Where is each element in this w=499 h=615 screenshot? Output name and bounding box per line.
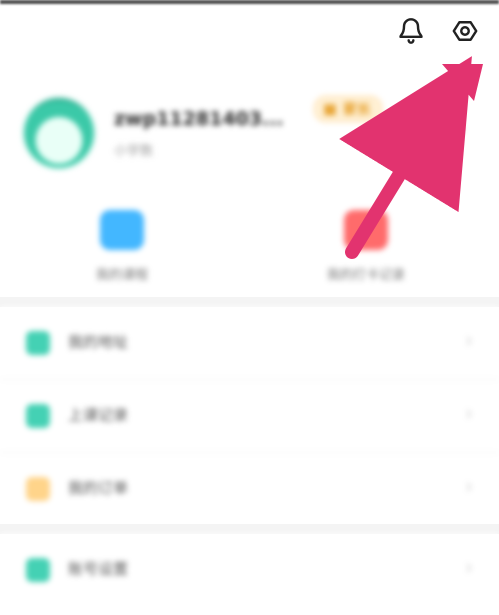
list-item[interactable]: 账号设置 [0, 534, 499, 606]
courses-icon [100, 210, 144, 250]
header-actions [393, 14, 483, 50]
list-item[interactable]: 我的订单 [0, 453, 499, 525]
quick-action-courses[interactable]: 我的课程 [12, 210, 232, 296]
chevron-right-icon [461, 560, 477, 576]
menu-list: 账号设置 [0, 534, 499, 606]
notifications-button[interactable] [393, 14, 429, 50]
list-item-label: 账号设置 [68, 560, 129, 578]
checkins-icon [344, 210, 388, 250]
bell-icon [397, 17, 425, 48]
class-record-icon [26, 404, 50, 428]
list-item[interactable]: 我的地址 [0, 307, 499, 380]
account-settings-icon [26, 558, 50, 582]
parent-icon [323, 102, 337, 116]
quick-action-checkins[interactable]: 我的打卡记录 [256, 210, 476, 296]
quick-action-label: 我的课程 [95, 268, 148, 283]
settings-button[interactable] [447, 14, 483, 50]
list-item[interactable]: 上课记录 [0, 380, 499, 453]
chevron-right-icon [452, 120, 470, 138]
quick-action-label: 我的打卡记录 [326, 268, 405, 283]
role-badge-label: 家长 [343, 102, 371, 118]
top-status-bar [0, 0, 499, 4]
chevron-right-icon [461, 406, 477, 422]
avatar[interactable] [22, 96, 96, 170]
chevron-right-icon [461, 333, 477, 349]
profile-card[interactable]: zwp11281403... 小学数 家长 [22, 90, 480, 180]
list-item-label: 我的地址 [68, 333, 129, 351]
address-icon [26, 331, 50, 355]
username: zwp11281403... [114, 108, 284, 130]
section-separator [0, 524, 499, 534]
list-item-label: 上课记录 [68, 406, 129, 424]
profile-sublabel: 小学数 [114, 144, 154, 159]
quick-actions: 我的课程 我的打卡记录 [0, 202, 499, 297]
menu-list: 我的地址 上课记录 我的订单 [0, 307, 499, 525]
role-badge: 家长 [314, 96, 382, 122]
settings-icon [451, 17, 479, 48]
section-separator [0, 297, 499, 307]
chevron-right-icon [461, 479, 477, 495]
orders-icon [26, 477, 50, 501]
list-item-label: 我的订单 [68, 479, 129, 497]
